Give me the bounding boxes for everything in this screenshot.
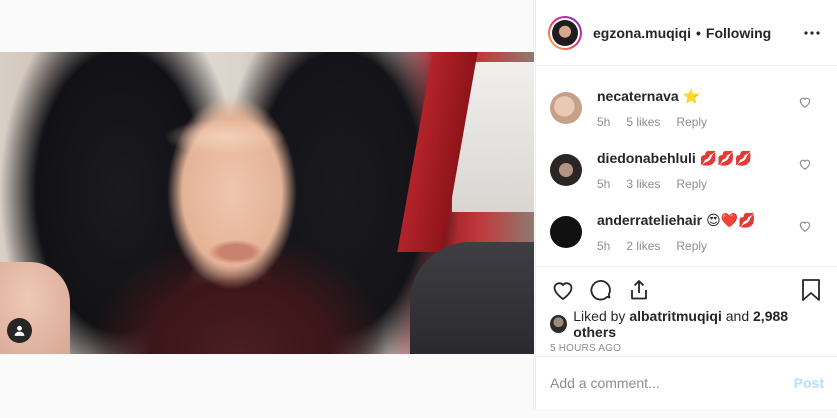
likes-prefix: Liked by bbox=[573, 308, 626, 324]
page-bottom-strip bbox=[0, 409, 837, 418]
post-modal: egzona.muqiqi • Following necaternava ⭐ 5… bbox=[0, 0, 837, 418]
more-options-button[interactable] bbox=[800, 21, 824, 45]
comment-item: diedonabehluli 💋💋💋 5h 3 likes Reply bbox=[536, 129, 837, 191]
commenter-avatar[interactable] bbox=[550, 92, 582, 124]
comment-likes-count[interactable]: 3 likes bbox=[626, 177, 660, 191]
add-comment-bar: Post bbox=[536, 356, 837, 409]
commenter-username[interactable]: diedonabehluli bbox=[597, 150, 696, 166]
photo-arm bbox=[410, 242, 534, 354]
heart-icon bbox=[553, 282, 573, 301]
commenter-username[interactable]: anderrateliehair bbox=[597, 212, 702, 228]
comment-icon bbox=[590, 280, 611, 301]
comment-time[interactable]: 5h bbox=[597, 239, 610, 253]
comment-input[interactable] bbox=[550, 375, 794, 391]
author-avatar[interactable] bbox=[548, 15, 582, 50]
post-actions: Liked by albatritmuqiqi and 2,988 others… bbox=[536, 266, 837, 354]
bookmark-icon bbox=[802, 279, 820, 301]
commenter-avatar[interactable] bbox=[550, 216, 582, 248]
post-photo[interactable] bbox=[0, 52, 534, 354]
comment-likes-count[interactable]: 5 likes bbox=[626, 115, 660, 129]
comment-text: ⭐ bbox=[682, 88, 701, 104]
comment-heart-icon[interactable] bbox=[798, 157, 812, 171]
comment-text: 😍❤️💋 bbox=[706, 212, 756, 228]
user-tag-icon bbox=[14, 325, 25, 336]
comment-time[interactable]: 5h bbox=[597, 177, 610, 191]
photo-hand bbox=[0, 262, 70, 354]
comment-item: necaternava ⭐ 5h 5 likes Reply bbox=[536, 67, 837, 129]
likes-conjunction: and bbox=[725, 308, 750, 324]
share-button[interactable] bbox=[626, 277, 652, 303]
liker-avatar[interactable] bbox=[550, 315, 568, 333]
post-comment-button[interactable]: Post bbox=[794, 375, 824, 391]
comment-heart-icon[interactable] bbox=[798, 219, 812, 233]
comment-time[interactable]: 5h bbox=[597, 115, 610, 129]
following-button[interactable]: Following bbox=[706, 25, 771, 41]
likes-summary: Liked by albatritmuqiqi and 2,988 others bbox=[550, 308, 824, 340]
comment-item: anderrateliehair 😍❤️💋 5h 2 likes Reply bbox=[536, 191, 837, 253]
share-icon bbox=[631, 280, 647, 300]
comment-button[interactable] bbox=[588, 277, 614, 303]
liker-username[interactable]: albatritmuqiqi bbox=[629, 308, 722, 324]
post-side-panel: egzona.muqiqi • Following necaternava ⭐ 5… bbox=[535, 0, 837, 418]
like-button[interactable] bbox=[550, 277, 576, 303]
comment-likes-count[interactable]: 2 likes bbox=[626, 239, 660, 253]
commenter-avatar[interactable] bbox=[550, 154, 582, 186]
more-horizontal-icon bbox=[804, 30, 820, 35]
post-media-area bbox=[0, 0, 534, 418]
comment-heart-icon[interactable] bbox=[798, 95, 812, 109]
reply-button[interactable]: Reply bbox=[676, 177, 707, 191]
header-separator: • bbox=[696, 24, 701, 41]
post-header: egzona.muqiqi • Following bbox=[536, 0, 837, 66]
reply-button[interactable]: Reply bbox=[676, 239, 707, 253]
reply-button[interactable]: Reply bbox=[676, 115, 707, 129]
save-button[interactable] bbox=[798, 277, 824, 303]
comments-list[interactable]: necaternava ⭐ 5h 5 likes Reply diedonabeh… bbox=[536, 67, 837, 266]
post-timestamp[interactable]: 5 HOURS AGO bbox=[550, 343, 824, 354]
user-tag-button[interactable] bbox=[7, 318, 32, 343]
comment-text: 💋💋💋 bbox=[699, 150, 753, 166]
commenter-username[interactable]: necaternava bbox=[597, 88, 679, 104]
author-username[interactable]: egzona.muqiqi bbox=[593, 25, 691, 41]
